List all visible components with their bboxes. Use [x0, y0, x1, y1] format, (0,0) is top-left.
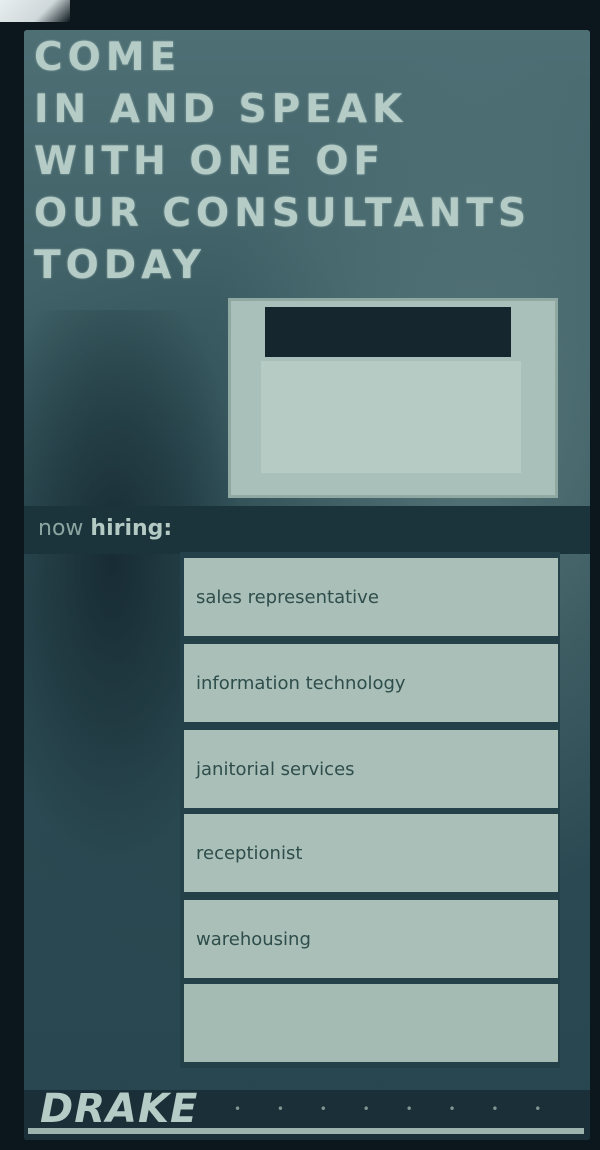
hiring-label: now hiring: [38, 516, 172, 541]
headline: COME IN AND SPEAK WITH ONE OF OUR CONSUL… [34, 32, 584, 292]
job-item-empty [184, 984, 558, 1062]
job-item-warehousing: warehousing [184, 900, 558, 978]
monitor-screen-body [261, 361, 521, 473]
job-label: sales representative [196, 586, 379, 608]
hiring-emphasis: hiring: [90, 516, 173, 541]
poster: COME IN AND SPEAK WITH ONE OF OUR CONSUL… [24, 30, 590, 1140]
computer-monitor [228, 298, 558, 498]
job-list: sales representative information technol… [180, 552, 560, 1068]
headline-line-2: IN AND SPEAK [34, 87, 408, 132]
job-label: janitorial services [196, 758, 355, 780]
hiring-prefix: now [38, 516, 84, 541]
headline-line-4: OUR CONSULTANTS [34, 191, 532, 236]
job-item-janitorial: janitorial services [184, 730, 558, 808]
headline-line-1: COME [34, 35, 182, 80]
job-item-it: information technology [184, 644, 558, 722]
brand-logo: DRAKE [40, 1086, 199, 1132]
monitor-header-block [265, 307, 511, 357]
headline-line-3: WITH ONE OF [34, 139, 386, 184]
bottom-rule [28, 1128, 584, 1134]
job-label: information technology [196, 672, 406, 694]
job-label: receptionist [196, 842, 303, 864]
headline-line-5: TODAY [34, 243, 206, 288]
job-item-sales: sales representative [184, 558, 558, 636]
job-item-receptionist: receptionist [184, 814, 558, 892]
job-label: warehousing [196, 928, 311, 950]
photo-frame: COME IN AND SPEAK WITH ONE OF OUR CONSUL… [0, 0, 600, 1150]
light-glare [0, 0, 70, 22]
brand-dots: • • • • • • • • [234, 1102, 558, 1116]
